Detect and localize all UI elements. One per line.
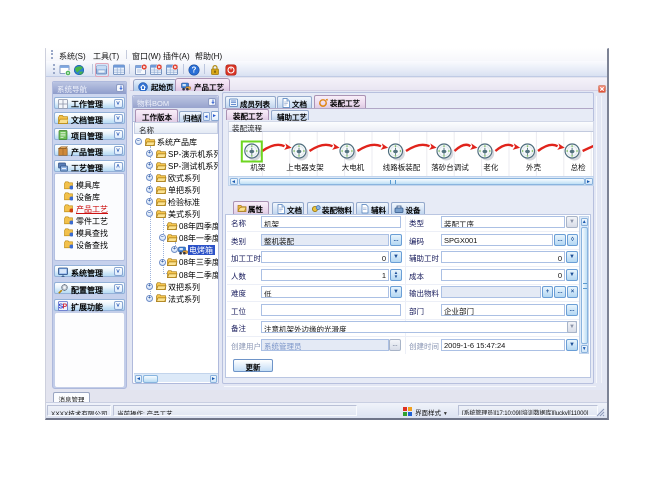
svg-text:P: P: [62, 304, 67, 311]
svg-text:?: ?: [192, 66, 197, 75]
